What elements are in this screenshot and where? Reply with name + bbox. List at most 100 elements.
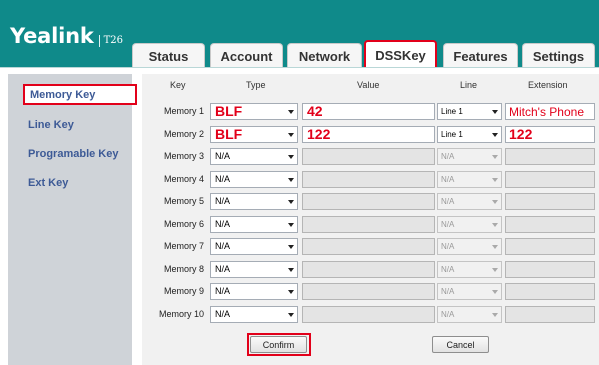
column-header-value: Value [357,80,380,90]
dropdown-arrow-icon [288,268,294,272]
table-row: Memory 8 N/A N/A [142,260,599,280]
line-value: N/A [441,265,455,274]
line-select: N/A [437,306,502,323]
value-input [302,216,435,233]
dropdown-arrow-icon [492,268,498,272]
extension-text: Mitch's Phone [509,105,584,119]
tab-account[interactable]: Account [210,43,283,68]
type-value: BLF [215,126,243,142]
line-select: N/A [437,193,502,210]
dropdown-arrow-icon [492,178,498,182]
confirm-button[interactable]: Confirm [250,336,307,353]
type-select[interactable]: N/A [210,193,298,210]
type-select[interactable]: N/A [210,238,298,255]
table-row: Memory 10 N/A N/A [142,305,599,325]
confirm-button-wrap: Confirm [250,336,307,353]
column-header-key: Key [170,80,186,90]
sidebar-item-memory-key[interactable]: Memory Key [23,84,137,105]
type-select[interactable]: N/A [210,283,298,300]
type-select[interactable]: BLF [210,103,298,120]
sidebar: Memory Key Line Key Programable Key Ext … [8,74,137,365]
line-select: N/A [437,171,502,188]
type-select[interactable]: BLF [210,126,298,143]
value-input[interactable]: 122 [302,126,435,143]
tab-settings[interactable]: Settings [522,43,595,68]
line-select: N/A [437,261,502,278]
type-value: N/A [215,286,231,296]
value-input [302,283,435,300]
line-select: N/A [437,283,502,300]
key-label: Memory 4 [163,174,204,184]
top-header: Yealink T26 Status Account Network DSSKe… [0,0,599,68]
line-value: N/A [441,175,455,184]
memory-key-panel: Key Type Value Line Extension Memory 1 B… [142,74,599,365]
table-row: Memory 1 BLF 42 Line 1 Mitch's Phone [142,102,599,122]
dropdown-arrow-icon [288,200,294,204]
extension-input [505,171,595,188]
key-label: Memory 6 [163,219,204,229]
line-value: N/A [441,152,455,161]
extension-input[interactable]: Mitch's Phone [505,103,595,120]
main-tabs: Status Account Network DSSKey Features S… [0,40,599,68]
value-input [302,306,435,323]
dropdown-arrow-icon [288,178,294,182]
type-select[interactable]: N/A [210,261,298,278]
cancel-button-wrap: Cancel [432,336,489,353]
key-label: Memory 3 [163,151,204,161]
value-input [302,171,435,188]
type-select[interactable]: N/A [210,306,298,323]
value-input[interactable]: 42 [302,103,435,120]
dropdown-arrow-icon [288,110,294,114]
extension-input[interactable]: 122 [505,126,595,143]
type-value: N/A [215,196,231,206]
type-select[interactable]: N/A [210,216,298,233]
line-value: Line 1 [441,130,463,139]
tab-features[interactable]: Features [443,43,518,68]
table-row: Memory 2 BLF 122 Line 1 122 [142,125,599,145]
sidebar-item-line-key[interactable]: Line Key [28,119,74,131]
type-value: BLF [215,103,243,119]
dropdown-arrow-icon [288,290,294,294]
value-text: 122 [307,126,331,142]
table-row: Memory 3 N/A N/A [142,147,599,167]
dropdown-arrow-icon [492,245,498,249]
sidebar-item-programable-key[interactable]: Programable Key [28,148,118,160]
line-value: Line 1 [441,107,463,116]
table-row: Memory 4 N/A N/A [142,170,599,190]
line-select[interactable]: Line 1 [437,103,502,120]
value-input [302,193,435,210]
value-text: 42 [307,103,323,119]
type-select[interactable]: N/A [210,148,298,165]
line-select[interactable]: Line 1 [437,126,502,143]
key-label: Memory 8 [163,264,204,274]
dropdown-arrow-icon [288,245,294,249]
dropdown-arrow-icon [288,313,294,317]
tab-status[interactable]: Status [132,43,205,68]
column-header-type: Type [246,80,266,90]
extension-input [505,148,595,165]
sidebar-item-label: Memory Key [30,88,96,101]
dropdown-arrow-icon [492,313,498,317]
dropdown-arrow-icon [492,223,498,227]
line-value: N/A [441,197,455,206]
sidebar-item-ext-key[interactable]: Ext Key [28,177,68,189]
line-value: N/A [441,287,455,296]
cancel-button[interactable]: Cancel [432,336,489,353]
key-label: Memory 10 [158,309,204,319]
line-value: N/A [441,310,455,319]
tab-dsskey[interactable]: DSSKey [364,40,437,68]
column-header-line: Line [460,80,478,90]
tab-network[interactable]: Network [287,43,362,68]
extension-input [505,238,595,255]
column-header-extension: Extension [528,80,568,90]
table-row: Memory 7 N/A N/A [142,237,599,257]
type-value: N/A [215,309,231,319]
header-divider [0,67,599,68]
key-label: Memory 2 [163,129,204,139]
extension-input [505,306,595,323]
value-input [302,238,435,255]
type-select[interactable]: N/A [210,171,298,188]
dropdown-arrow-icon [492,110,498,114]
extension-text: 122 [509,126,533,142]
value-input [302,261,435,278]
